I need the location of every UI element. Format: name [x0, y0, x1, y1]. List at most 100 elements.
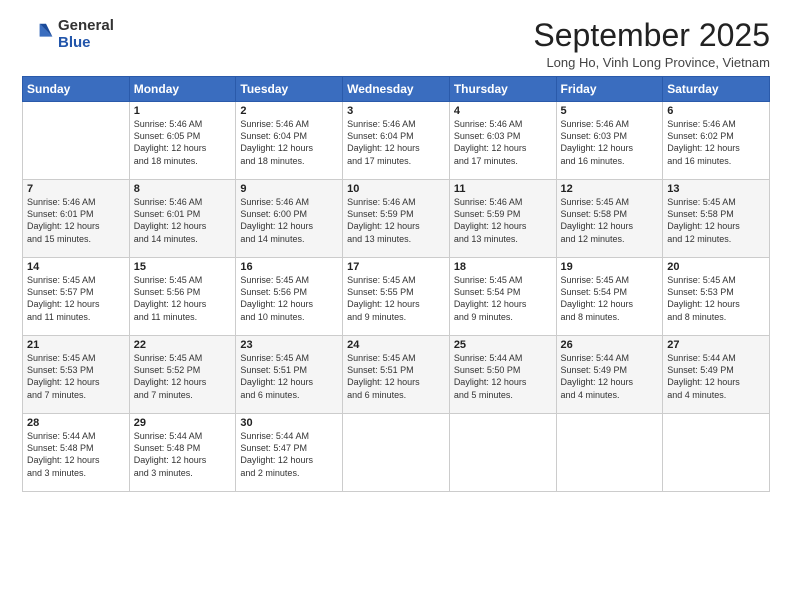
day-cell: 1Sunrise: 5:46 AMSunset: 6:05 PMDaylight… — [129, 102, 236, 180]
day-number: 18 — [454, 261, 552, 273]
day-info: Sunrise: 5:45 AMSunset: 5:51 PMDaylight:… — [240, 352, 338, 401]
day-cell — [343, 414, 450, 492]
day-number: 19 — [561, 261, 659, 273]
day-info: Sunrise: 5:45 AMSunset: 5:52 PMDaylight:… — [134, 352, 232, 401]
day-cell: 15Sunrise: 5:45 AMSunset: 5:56 PMDayligh… — [129, 258, 236, 336]
day-cell: 8Sunrise: 5:46 AMSunset: 6:01 PMDaylight… — [129, 180, 236, 258]
day-info: Sunrise: 5:44 AMSunset: 5:48 PMDaylight:… — [134, 430, 232, 479]
day-cell: 10Sunrise: 5:46 AMSunset: 5:59 PMDayligh… — [343, 180, 450, 258]
day-number: 25 — [454, 339, 552, 351]
weekday-header-thursday: Thursday — [449, 77, 556, 102]
day-number: 1 — [134, 105, 232, 117]
day-info: Sunrise: 5:44 AMSunset: 5:50 PMDaylight:… — [454, 352, 552, 401]
day-number: 2 — [240, 105, 338, 117]
day-info: Sunrise: 5:44 AMSunset: 5:48 PMDaylight:… — [27, 430, 125, 479]
day-cell: 29Sunrise: 5:44 AMSunset: 5:48 PMDayligh… — [129, 414, 236, 492]
day-cell: 23Sunrise: 5:45 AMSunset: 5:51 PMDayligh… — [236, 336, 343, 414]
day-info: Sunrise: 5:45 AMSunset: 5:55 PMDaylight:… — [347, 274, 445, 323]
day-info: Sunrise: 5:46 AMSunset: 5:59 PMDaylight:… — [454, 196, 552, 245]
day-cell: 5Sunrise: 5:46 AMSunset: 6:03 PMDaylight… — [556, 102, 663, 180]
weekday-header-friday: Friday — [556, 77, 663, 102]
day-cell: 21Sunrise: 5:45 AMSunset: 5:53 PMDayligh… — [23, 336, 130, 414]
day-cell — [23, 102, 130, 180]
day-info: Sunrise: 5:45 AMSunset: 5:53 PMDaylight:… — [27, 352, 125, 401]
day-number: 4 — [454, 105, 552, 117]
day-info: Sunrise: 5:45 AMSunset: 5:56 PMDaylight:… — [240, 274, 338, 323]
logo-icon — [22, 19, 54, 51]
day-cell: 24Sunrise: 5:45 AMSunset: 5:51 PMDayligh… — [343, 336, 450, 414]
day-cell: 14Sunrise: 5:45 AMSunset: 5:57 PMDayligh… — [23, 258, 130, 336]
day-cell: 16Sunrise: 5:45 AMSunset: 5:56 PMDayligh… — [236, 258, 343, 336]
weekday-header-row: SundayMondayTuesdayWednesdayThursdayFrid… — [23, 77, 770, 102]
weekday-header-monday: Monday — [129, 77, 236, 102]
page: General Blue September 2025 Long Ho, Vin… — [0, 0, 792, 612]
day-number: 30 — [240, 417, 338, 429]
logo-blue: Blue — [58, 35, 114, 52]
day-info: Sunrise: 5:46 AMSunset: 6:03 PMDaylight:… — [561, 118, 659, 167]
weekday-header-sunday: Sunday — [23, 77, 130, 102]
day-number: 10 — [347, 183, 445, 195]
day-cell: 4Sunrise: 5:46 AMSunset: 6:03 PMDaylight… — [449, 102, 556, 180]
day-number: 22 — [134, 339, 232, 351]
day-info: Sunrise: 5:45 AMSunset: 5:51 PMDaylight:… — [347, 352, 445, 401]
day-cell: 3Sunrise: 5:46 AMSunset: 6:04 PMDaylight… — [343, 102, 450, 180]
day-cell: 19Sunrise: 5:45 AMSunset: 5:54 PMDayligh… — [556, 258, 663, 336]
week-row-2: 7Sunrise: 5:46 AMSunset: 6:01 PMDaylight… — [23, 180, 770, 258]
day-number: 5 — [561, 105, 659, 117]
weekday-header-saturday: Saturday — [663, 77, 770, 102]
day-info: Sunrise: 5:45 AMSunset: 5:53 PMDaylight:… — [667, 274, 765, 323]
day-info: Sunrise: 5:45 AMSunset: 5:58 PMDaylight:… — [667, 196, 765, 245]
day-number: 20 — [667, 261, 765, 273]
day-number: 9 — [240, 183, 338, 195]
day-info: Sunrise: 5:44 AMSunset: 5:49 PMDaylight:… — [667, 352, 765, 401]
header: General Blue September 2025 Long Ho, Vin… — [22, 18, 770, 70]
day-cell: 27Sunrise: 5:44 AMSunset: 5:49 PMDayligh… — [663, 336, 770, 414]
day-cell — [556, 414, 663, 492]
day-info: Sunrise: 5:45 AMSunset: 5:56 PMDaylight:… — [134, 274, 232, 323]
day-cell: 13Sunrise: 5:45 AMSunset: 5:58 PMDayligh… — [663, 180, 770, 258]
title-block: September 2025 Long Ho, Vinh Long Provin… — [533, 18, 770, 70]
day-info: Sunrise: 5:46 AMSunset: 6:04 PMDaylight:… — [347, 118, 445, 167]
weekday-header-wednesday: Wednesday — [343, 77, 450, 102]
logo-text: General Blue — [58, 18, 114, 51]
day-cell: 7Sunrise: 5:46 AMSunset: 6:01 PMDaylight… — [23, 180, 130, 258]
day-info: Sunrise: 5:45 AMSunset: 5:54 PMDaylight:… — [454, 274, 552, 323]
day-info: Sunrise: 5:46 AMSunset: 6:01 PMDaylight:… — [27, 196, 125, 245]
day-number: 11 — [454, 183, 552, 195]
day-info: Sunrise: 5:46 AMSunset: 6:02 PMDaylight:… — [667, 118, 765, 167]
day-number: 14 — [27, 261, 125, 273]
day-info: Sunrise: 5:46 AMSunset: 6:00 PMDaylight:… — [240, 196, 338, 245]
day-number: 3 — [347, 105, 445, 117]
day-number: 21 — [27, 339, 125, 351]
weekday-header-tuesday: Tuesday — [236, 77, 343, 102]
day-number: 15 — [134, 261, 232, 273]
day-number: 12 — [561, 183, 659, 195]
week-row-1: 1Sunrise: 5:46 AMSunset: 6:05 PMDaylight… — [23, 102, 770, 180]
day-cell: 6Sunrise: 5:46 AMSunset: 6:02 PMDaylight… — [663, 102, 770, 180]
day-cell: 11Sunrise: 5:46 AMSunset: 5:59 PMDayligh… — [449, 180, 556, 258]
day-number: 13 — [667, 183, 765, 195]
day-info: Sunrise: 5:44 AMSunset: 5:49 PMDaylight:… — [561, 352, 659, 401]
day-number: 6 — [667, 105, 765, 117]
logo: General Blue — [22, 18, 114, 51]
location-title: Long Ho, Vinh Long Province, Vietnam — [533, 55, 770, 70]
week-row-4: 21Sunrise: 5:45 AMSunset: 5:53 PMDayligh… — [23, 336, 770, 414]
day-number: 28 — [27, 417, 125, 429]
day-number: 26 — [561, 339, 659, 351]
calendar-table: SundayMondayTuesdayWednesdayThursdayFrid… — [22, 76, 770, 492]
day-info: Sunrise: 5:46 AMSunset: 6:01 PMDaylight:… — [134, 196, 232, 245]
day-cell: 9Sunrise: 5:46 AMSunset: 6:00 PMDaylight… — [236, 180, 343, 258]
day-cell: 18Sunrise: 5:45 AMSunset: 5:54 PMDayligh… — [449, 258, 556, 336]
day-info: Sunrise: 5:46 AMSunset: 6:05 PMDaylight:… — [134, 118, 232, 167]
day-info: Sunrise: 5:46 AMSunset: 6:04 PMDaylight:… — [240, 118, 338, 167]
day-cell: 2Sunrise: 5:46 AMSunset: 6:04 PMDaylight… — [236, 102, 343, 180]
day-cell: 25Sunrise: 5:44 AMSunset: 5:50 PMDayligh… — [449, 336, 556, 414]
day-cell: 26Sunrise: 5:44 AMSunset: 5:49 PMDayligh… — [556, 336, 663, 414]
day-cell: 28Sunrise: 5:44 AMSunset: 5:48 PMDayligh… — [23, 414, 130, 492]
day-number: 7 — [27, 183, 125, 195]
day-cell: 20Sunrise: 5:45 AMSunset: 5:53 PMDayligh… — [663, 258, 770, 336]
day-info: Sunrise: 5:46 AMSunset: 5:59 PMDaylight:… — [347, 196, 445, 245]
month-title: September 2025 — [533, 18, 770, 53]
week-row-3: 14Sunrise: 5:45 AMSunset: 5:57 PMDayligh… — [23, 258, 770, 336]
day-cell — [449, 414, 556, 492]
